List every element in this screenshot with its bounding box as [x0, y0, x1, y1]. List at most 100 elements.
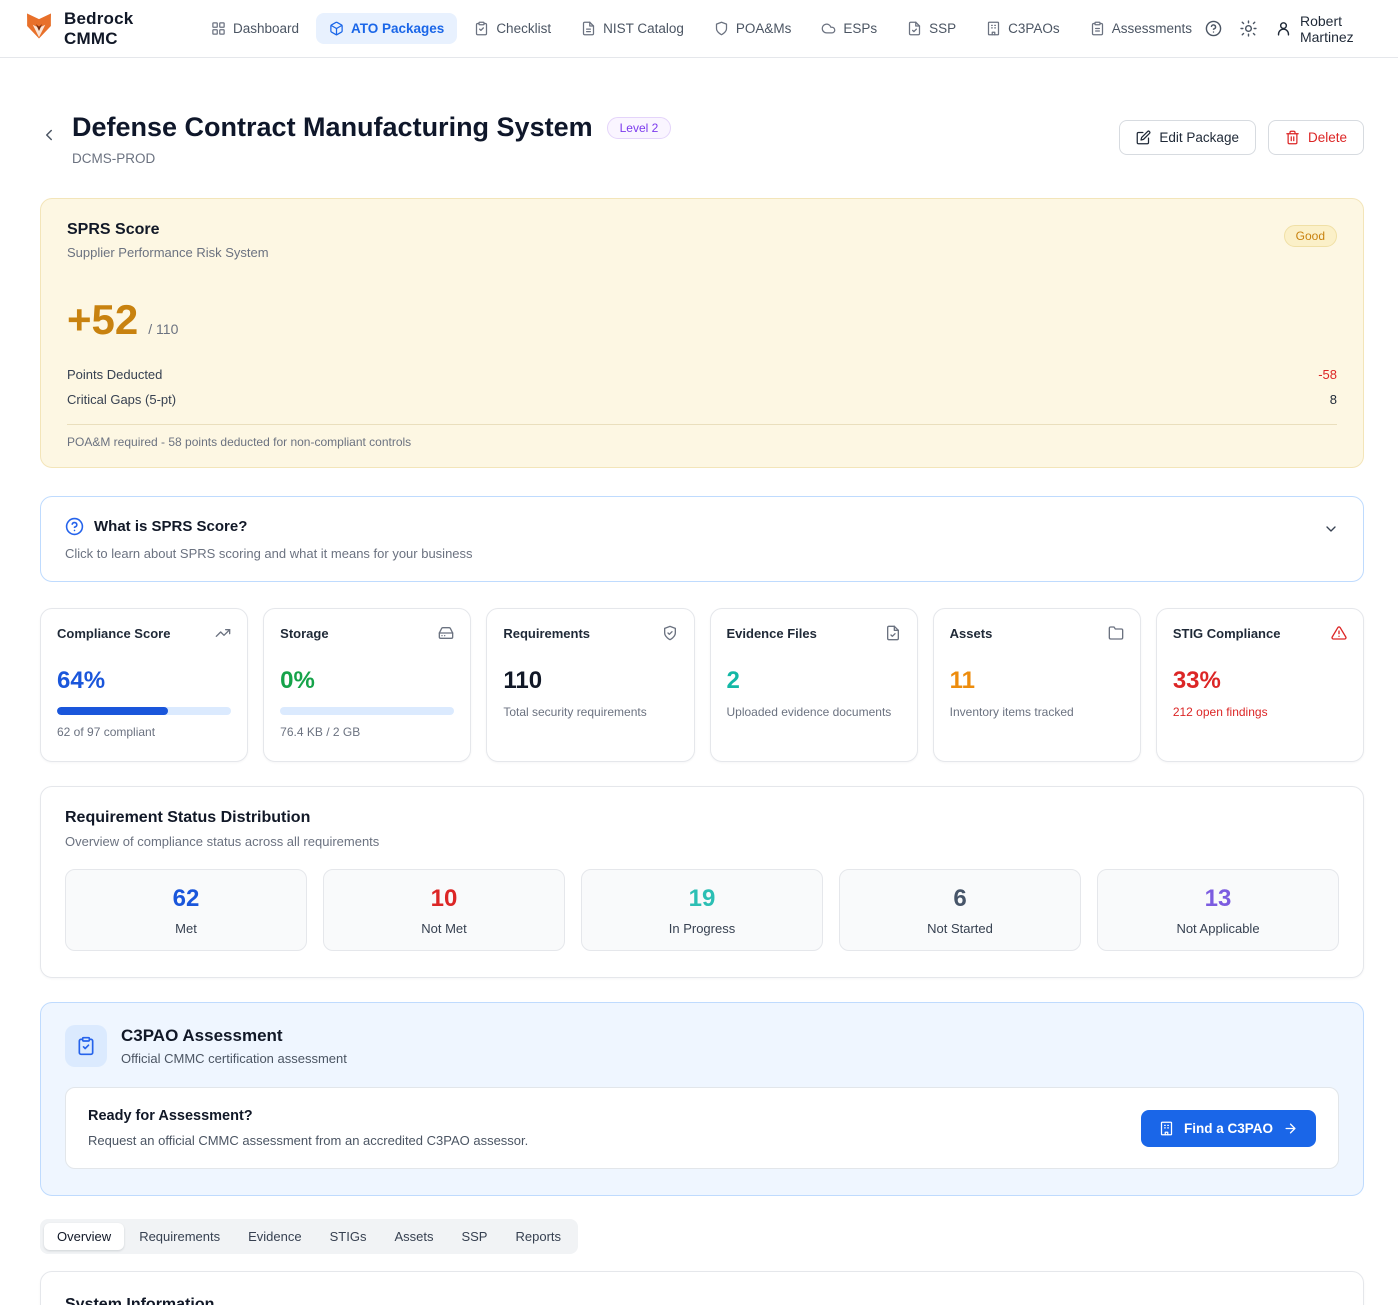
theme-toggle-button[interactable]: [1240, 20, 1257, 37]
clipboard-check-icon: [474, 21, 489, 36]
chevron-left-icon: [40, 126, 58, 144]
evidence-files-value: 2: [727, 667, 901, 695]
tab-assets[interactable]: Assets: [381, 1223, 446, 1250]
user-menu[interactable]: Robert Martinez: [1275, 13, 1374, 45]
assessment-cta-card: Ready for Assessment? Request an officia…: [65, 1087, 1339, 1169]
sprs-info-collapsible[interactable]: What is SPRS Score? Click to learn about…: [40, 496, 1364, 582]
detail-tabs: Overview Requirements Evidence STIGs Ass…: [40, 1219, 578, 1254]
tab-reports[interactable]: Reports: [502, 1223, 574, 1250]
clipboard-check-icon: [65, 1025, 107, 1067]
assets-value: 11: [950, 667, 1124, 695]
package-code: DCMS-PROD: [72, 151, 671, 166]
nav-item-c3paos[interactable]: C3PAOs: [973, 13, 1073, 44]
requirements-caption: Total security requirements: [503, 705, 677, 719]
requirements-value: 110: [503, 667, 677, 695]
nav-item-dashboard[interactable]: Dashboard: [198, 13, 312, 44]
file-check-icon: [885, 625, 901, 641]
folder-icon: [1108, 625, 1124, 641]
alert-triangle-icon: [1331, 625, 1347, 641]
cloud-icon: [821, 21, 836, 36]
page-header: Defense Contract Manufacturing System Le…: [40, 112, 1364, 166]
status-box-not-applicable[interactable]: 13 Not Applicable: [1097, 869, 1339, 951]
page-title: Defense Contract Manufacturing System: [72, 112, 593, 143]
c3pao-assessment-card: C3PAO Assessment Official CMMC certifica…: [40, 1002, 1364, 1196]
nav-item-checklist[interactable]: Checklist: [461, 13, 564, 44]
points-deducted-value: -58: [1318, 367, 1337, 382]
nav-item-esps[interactable]: ESPs: [808, 13, 890, 44]
tab-ssp[interactable]: SSP: [448, 1223, 500, 1250]
distribution-subtitle: Overview of compliance status across all…: [65, 834, 1339, 849]
building-icon: [1159, 1121, 1174, 1136]
delete-button[interactable]: Delete: [1268, 120, 1364, 155]
nav-item-ato-packages[interactable]: ATO Packages: [316, 13, 457, 44]
distribution-title: Requirement Status Distribution: [65, 809, 1339, 827]
chevron-down-icon[interactable]: [1323, 521, 1339, 542]
main-nav: Dashboard ATO Packages Checklist NIST Ca…: [198, 13, 1205, 44]
document-icon: [581, 21, 596, 36]
tab-overview[interactable]: Overview: [44, 1223, 124, 1250]
sprs-divider: [67, 424, 1337, 425]
compliance-score-card[interactable]: Compliance Score 64% 62 of 97 compliant: [40, 608, 248, 762]
shield-check-icon: [662, 625, 678, 641]
status-box-not-started[interactable]: 6 Not Started: [839, 869, 1081, 951]
tab-evidence[interactable]: Evidence: [235, 1223, 314, 1250]
help-button[interactable]: [1205, 20, 1222, 37]
compliance-progress-bar: [57, 707, 231, 715]
status-box-in-progress[interactable]: 19 In Progress: [581, 869, 823, 951]
help-circle-icon: [1205, 20, 1222, 37]
fox-logo-icon: [24, 11, 54, 46]
help-circle-icon: [65, 517, 84, 536]
storage-caption: 76.4 KB / 2 GB: [280, 725, 454, 739]
metric-cards: Compliance Score 64% 62 of 97 compliant …: [40, 608, 1364, 762]
status-box-met[interactable]: 62 Met: [65, 869, 307, 951]
edit-icon: [1136, 130, 1151, 145]
user-icon: [1275, 20, 1292, 37]
c3pao-subtitle: Official CMMC certification assessment: [121, 1051, 347, 1066]
assets-caption: Inventory items tracked: [950, 705, 1124, 719]
top-navbar: Bedrock CMMC Dashboard ATO Packages Chec…: [0, 0, 1398, 58]
nav-right: Robert Martinez: [1205, 13, 1374, 45]
c3pao-title: C3PAO Assessment: [121, 1026, 347, 1046]
brand[interactable]: Bedrock CMMC: [24, 9, 170, 49]
hard-drive-icon: [438, 625, 454, 641]
user-name: Robert Martinez: [1300, 13, 1374, 45]
requirements-card[interactable]: Requirements 110 Total security requirem…: [486, 608, 694, 762]
cta-title: Ready for Assessment?: [88, 1108, 528, 1124]
evidence-files-caption: Uploaded evidence documents: [727, 705, 901, 719]
compliance-score-value: 64%: [57, 667, 231, 695]
find-c3pao-button[interactable]: Find a C3PAO: [1141, 1110, 1316, 1147]
sprs-title: SPRS Score: [67, 221, 1337, 239]
dashboard-icon: [211, 21, 226, 36]
compliance-caption: 62 of 97 compliant: [57, 725, 231, 739]
edit-package-button[interactable]: Edit Package: [1119, 120, 1256, 155]
evidence-files-card[interactable]: Evidence Files 2 Uploaded evidence docum…: [710, 608, 918, 762]
sprs-row-critical-gaps: Critical Gaps (5-pt) 8: [67, 387, 1337, 412]
storage-value: 0%: [280, 667, 454, 695]
cta-text: Request an official CMMC assessment from…: [88, 1133, 528, 1148]
tab-requirements[interactable]: Requirements: [126, 1223, 233, 1250]
nav-item-ssp[interactable]: SSP: [894, 13, 969, 44]
sprs-score-value: +52: [67, 296, 138, 344]
trash-icon: [1285, 130, 1300, 145]
title-block: Defense Contract Manufacturing System Le…: [72, 112, 671, 166]
sprs-score-max: / 110: [148, 321, 178, 337]
tab-stigs[interactable]: STIGs: [317, 1223, 380, 1250]
assets-card[interactable]: Assets 11 Inventory items tracked: [933, 608, 1141, 762]
file-check-icon: [907, 21, 922, 36]
nav-item-assessments[interactable]: Assessments: [1077, 13, 1205, 44]
trending-up-icon: [215, 625, 231, 641]
sprs-row-points-deducted: Points Deducted -58: [67, 362, 1337, 387]
clipboard-icon: [1090, 21, 1105, 36]
package-icon: [329, 21, 344, 36]
back-button[interactable]: [40, 126, 58, 149]
critical-gaps-value: 8: [1330, 392, 1337, 407]
storage-card[interactable]: Storage 0% 76.4 KB / 2 GB: [263, 608, 471, 762]
nav-item-nist-catalog[interactable]: NIST Catalog: [568, 13, 697, 44]
nav-item-poams[interactable]: POA&Ms: [701, 13, 805, 44]
stig-compliance-card[interactable]: STIG Compliance 33% 212 open findings: [1156, 608, 1364, 762]
status-box-not-met[interactable]: 10 Not Met: [323, 869, 565, 951]
system-information-card: System Information Details about the sys…: [40, 1271, 1364, 1305]
storage-progress-bar: [280, 707, 454, 715]
building-icon: [986, 21, 1001, 36]
header-actions: Edit Package Delete: [1119, 112, 1364, 155]
